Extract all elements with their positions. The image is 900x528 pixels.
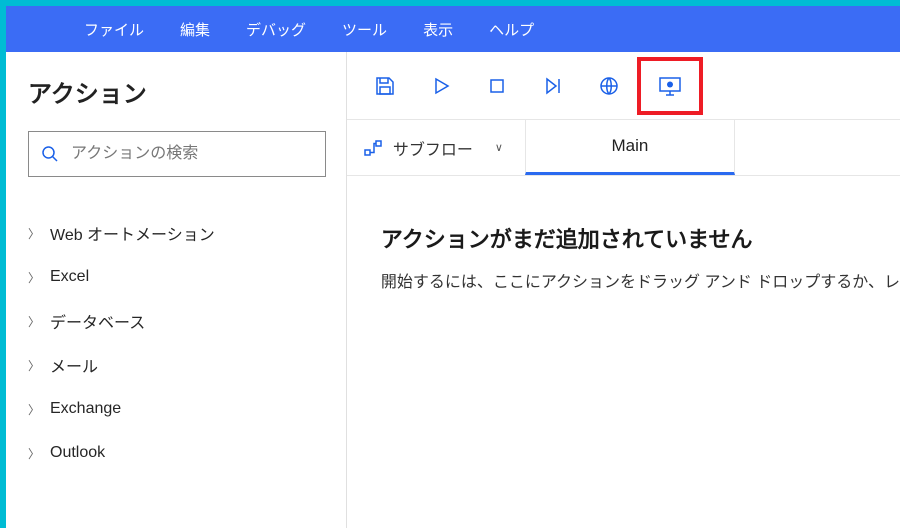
stop-icon [486, 75, 508, 97]
search-input[interactable] [69, 144, 313, 164]
category-list: 〉Web オートメーション 〉Excel 〉データベース 〉メール 〉Excha… [28, 211, 326, 475]
main-area: サブフロー ∨ Main アクションがまだ追加されていません 開始するには、ここ… [347, 52, 900, 528]
globe-icon [598, 75, 620, 97]
subflow-dropdown[interactable]: サブフロー ∨ [347, 120, 525, 175]
chevron-right-icon: 〉 [28, 269, 50, 286]
empty-state: アクションがまだ追加されていません 開始するには、ここにアクションをドラッグ ア… [347, 176, 900, 292]
category-item[interactable]: 〉Exchange [28, 387, 326, 431]
menu-file[interactable]: ファイル [66, 6, 162, 52]
subflow-label: サブフロー [393, 136, 473, 160]
chevron-right-icon: 〉 [28, 445, 50, 462]
tab-label: Main [612, 136, 649, 156]
category-label: Outlook [50, 444, 105, 462]
actions-sidebar: アクション 〉Web オートメーション 〉Excel 〉データベース 〉メール … [6, 52, 347, 528]
empty-state-title: アクションがまだ追加されていません [381, 222, 900, 254]
menu-edit[interactable]: 編集 [162, 6, 228, 52]
toolbar [347, 52, 900, 120]
sidebar-title: アクション [28, 74, 326, 109]
web-recorder-button[interactable] [585, 62, 633, 110]
category-item[interactable]: 〉Web オートメーション [28, 211, 326, 255]
category-label: メール [50, 353, 98, 377]
chevron-down-icon: ∨ [495, 141, 503, 154]
category-item[interactable]: 〉Excel [28, 255, 326, 299]
chevron-right-icon: 〉 [28, 357, 50, 374]
save-button[interactable] [361, 62, 409, 110]
step-icon [542, 75, 564, 97]
category-item[interactable]: 〉データベース [28, 299, 326, 343]
menu-view[interactable]: 表示 [405, 6, 471, 52]
chevron-right-icon: 〉 [28, 401, 50, 418]
step-button[interactable] [529, 62, 577, 110]
tab-bar: サブフロー ∨ Main [347, 120, 900, 176]
category-item[interactable]: 〉メール [28, 343, 326, 387]
chevron-right-icon: 〉 [28, 225, 50, 242]
stop-button[interactable] [473, 62, 521, 110]
subflow-icon [363, 138, 383, 158]
menu-help[interactable]: ヘルプ [471, 6, 552, 52]
menu-bar: ファイル 編集 デバッグ ツール 表示 ヘルプ [6, 6, 900, 52]
play-icon [430, 75, 452, 97]
monitor-icon [658, 75, 682, 97]
tab-main[interactable]: Main [525, 120, 735, 175]
category-label: Exchange [50, 400, 121, 418]
highlight-annotation [637, 57, 703, 115]
category-label: Web オートメーション [50, 221, 215, 245]
search-box[interactable] [28, 131, 326, 177]
save-icon [374, 75, 396, 97]
category-label: データベース [50, 309, 145, 333]
desktop-recorder-button[interactable] [646, 62, 694, 110]
empty-state-subtitle: 開始するには、ここにアクションをドラッグ アンド ドロップするか、レ [381, 268, 900, 292]
run-button[interactable] [417, 62, 465, 110]
chevron-right-icon: 〉 [28, 313, 50, 330]
category-label: Excel [50, 268, 89, 286]
menu-debug[interactable]: デバッグ [228, 6, 324, 52]
search-icon [41, 145, 59, 163]
category-item[interactable]: 〉Outlook [28, 431, 326, 475]
menu-tools[interactable]: ツール [324, 6, 405, 52]
